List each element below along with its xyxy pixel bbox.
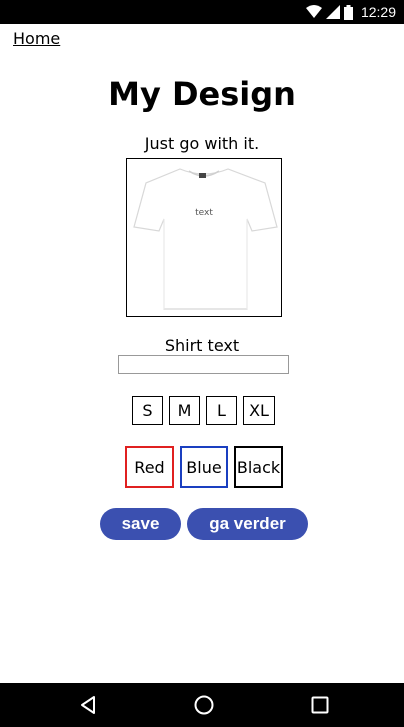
shirt-text-input[interactable]	[118, 355, 289, 374]
status-icons: 12:29	[305, 0, 396, 24]
action-buttons: save ga verder	[100, 508, 308, 540]
size-button-xl[interactable]: XL	[243, 396, 275, 425]
recents-icon[interactable]	[308, 693, 332, 717]
save-button[interactable]: save	[100, 508, 181, 540]
color-button-black[interactable]: Black	[234, 446, 283, 488]
home-icon[interactable]	[192, 693, 216, 717]
signal-icon	[325, 5, 340, 19]
color-button-red[interactable]: Red	[125, 446, 174, 488]
page-title: My Design	[108, 75, 296, 113]
shirt-preview: text	[126, 158, 282, 317]
back-icon[interactable]	[76, 693, 100, 717]
status-bar: 12:29	[0, 0, 404, 24]
size-button-l[interactable]: L	[206, 396, 237, 425]
size-selector: S M L XL	[132, 396, 275, 425]
size-button-s[interactable]: S	[132, 396, 163, 425]
status-time: 12:29	[360, 4, 396, 20]
color-button-blue[interactable]: Blue	[180, 446, 228, 488]
system-nav-bar	[0, 683, 404, 727]
wifi-icon	[305, 5, 322, 18]
battery-icon	[343, 4, 353, 20]
color-selector: Red Blue Black	[125, 446, 283, 488]
continue-button[interactable]: ga verder	[187, 508, 308, 540]
shirt-print-text: text	[195, 208, 213, 218]
size-button-m[interactable]: M	[169, 396, 200, 425]
page-subtitle: Just go with it.	[144, 134, 260, 153]
home-link[interactable]: Home	[13, 29, 60, 49]
shirt-text-label: Shirt text	[164, 336, 240, 355]
tshirt-image	[133, 168, 278, 310]
